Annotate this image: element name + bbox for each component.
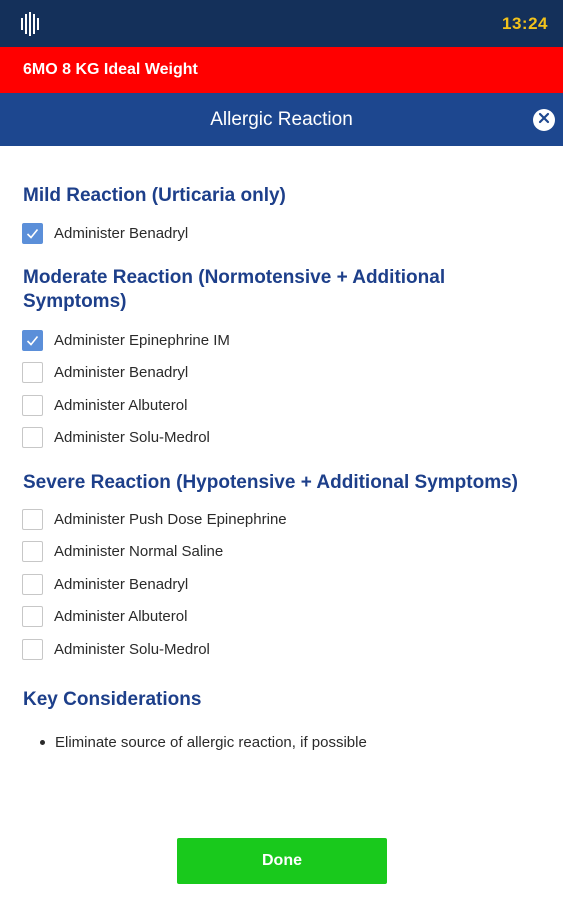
checkbox-label: Administer Solu-Medrol (54, 428, 210, 446)
close-button[interactable] (533, 109, 555, 131)
checkbox-unchecked[interactable] (22, 605, 43, 627)
status-bar: 13:24 (0, 0, 563, 47)
list-item: Eliminate source of allergic reaction, i… (40, 734, 367, 751)
checkbox-unchecked[interactable] (22, 508, 43, 530)
bullet-icon (40, 740, 45, 745)
checkbox-label: Administer Push Dose Epinephrine (54, 510, 287, 528)
checkbox-label: Administer Normal Saline (54, 542, 224, 560)
severe-reaction-heading: Severe Reaction (Hypotensive + Additiona… (23, 472, 519, 493)
checkbox-checked[interactable] (22, 329, 43, 351)
severe-item-normal-saline[interactable]: Administer Normal Saline (22, 539, 223, 563)
mild-reaction-heading: Mild Reaction (Urticaria only) (23, 185, 286, 206)
moderate-reaction-heading: Moderate Reaction (Normotensive + Additi… (23, 267, 446, 312)
severe-item-albuterol[interactable]: Administer Albuterol (22, 604, 187, 628)
severe-item-solu-medrol[interactable]: Administer Solu-Medrol (22, 637, 210, 661)
moderate-item-epinephrine-im[interactable]: Administer Epinephrine IM (22, 328, 230, 352)
checkbox-label: Administer Benadryl (54, 363, 189, 381)
checkbox-label: Administer Benadryl (54, 575, 189, 593)
title-bar: Allergic Reaction (0, 93, 563, 146)
checkbox-label: Administer Solu-Medrol (54, 640, 210, 658)
checkbox-label: Administer Albuterol (54, 607, 188, 625)
app-logo-icon (20, 11, 40, 37)
moderate-item-benadryl[interactable]: Administer Benadryl (22, 360, 188, 384)
weight-banner-text: 6MO 8 KG Ideal Weight (23, 61, 198, 78)
mild-item-benadryl[interactable]: Administer Benadryl (22, 221, 188, 245)
checkbox-unchecked[interactable] (22, 540, 43, 562)
checkbox-unchecked[interactable] (22, 638, 43, 660)
key-considerations-heading: Key Considerations (23, 689, 202, 710)
checkbox-label: Administer Benadryl (54, 224, 189, 242)
checkbox-unchecked[interactable] (22, 394, 43, 416)
bullet-text: Eliminate source of allergic reaction, i… (55, 734, 367, 751)
checkbox-unchecked[interactable] (22, 573, 43, 595)
severe-item-benadryl[interactable]: Administer Benadryl (22, 572, 188, 596)
checkbox-unchecked[interactable] (22, 426, 43, 448)
status-time: 13:24 (502, 13, 548, 33)
moderate-item-albuterol[interactable]: Administer Albuterol (22, 393, 187, 417)
done-button[interactable]: Done (177, 838, 387, 884)
checkbox-label: Administer Albuterol (54, 396, 188, 414)
moderate-item-solu-medrol[interactable]: Administer Solu-Medrol (22, 425, 210, 449)
page-title: Allergic Reaction (210, 108, 353, 130)
checkbox-label: Administer Epinephrine IM (54, 331, 230, 349)
close-icon (538, 111, 550, 129)
checkbox-checked[interactable] (22, 222, 43, 244)
severe-item-push-dose-epinephrine[interactable]: Administer Push Dose Epinephrine (22, 507, 287, 531)
checkbox-unchecked[interactable] (22, 361, 43, 383)
weight-banner: 6MO 8 KG Ideal Weight (0, 47, 563, 93)
